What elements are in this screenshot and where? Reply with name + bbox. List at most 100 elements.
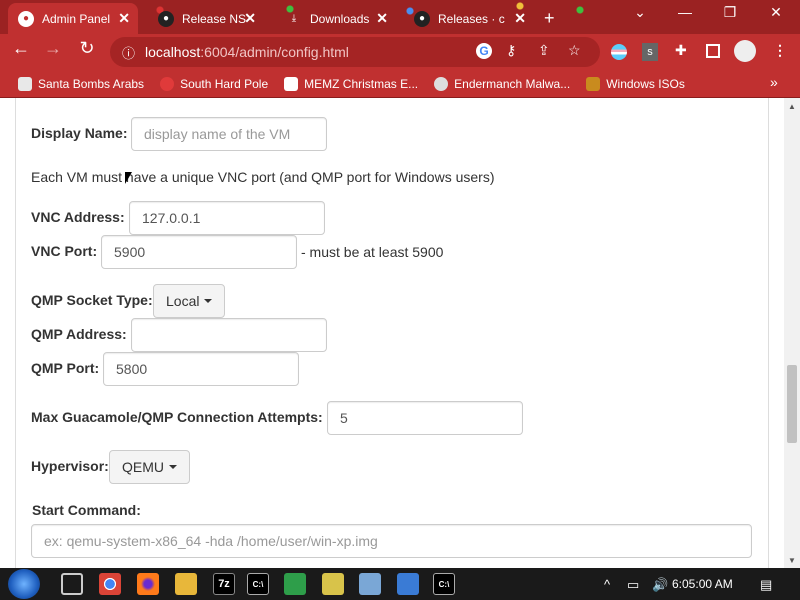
- bookmark-endermanch-malware[interactable]: Endermanch Malwa...: [434, 76, 571, 91]
- qmp-address-label: QMP Address:: [31, 326, 127, 342]
- browser-toolbar: ← → ↻ ⓘ localhost:6004/admin/config.html…: [0, 34, 800, 70]
- close-tab-icon[interactable]: ✕: [514, 10, 526, 27]
- qmp-socket-type-label: QMP Socket Type:: [31, 292, 153, 308]
- bookmark-icon: [586, 76, 601, 91]
- max-attempts-label: Max Guacamole/QMP Connection Attempts:: [31, 409, 323, 425]
- vnc-address-label: VNC Address:: [31, 209, 125, 225]
- bookmark-label: South Hard Pole: [180, 76, 269, 91]
- forward-button[interactable]: →: [38, 38, 68, 59]
- bookmark-memz-christmas[interactable]: MEMZ Christmas E...: [284, 76, 419, 91]
- share-icon[interactable]: ⇪: [538, 42, 550, 59]
- network-icon[interactable]: [359, 573, 381, 595]
- cmd-icon[interactable]: C:\: [247, 573, 269, 595]
- hypervisor-dropdown[interactable]: QEMU: [109, 450, 190, 484]
- task-view-icon[interactable]: [61, 573, 83, 595]
- bookmark-santa-bombs-arabs[interactable]: Santa Bombs Arabs: [18, 76, 145, 91]
- mouse-cursor-icon: [125, 172, 132, 184]
- url-path: :6004/admin/config.html: [200, 44, 349, 60]
- address-bar[interactable]: ⓘ localhost:6004/admin/config.html G ⚷ ⇪…: [110, 37, 600, 67]
- github-icon: ●: [158, 10, 174, 27]
- tab-title: Admin Panel: [42, 11, 111, 26]
- info-icon[interactable]: ⓘ: [122, 43, 135, 62]
- scroll-up-icon[interactable]: ▲: [788, 102, 796, 111]
- key-icon[interactable]: ⚷: [506, 42, 516, 59]
- bookmark-label: Endermanch Malwa...: [454, 76, 571, 91]
- chrome-taskbar-icon[interactable]: [99, 573, 121, 595]
- chrome-icon: ●: [18, 10, 34, 27]
- start-command-label: Start Command:: [32, 502, 141, 518]
- reload-button[interactable]: ↻: [72, 38, 102, 59]
- extension-s-icon[interactable]: s: [642, 43, 658, 61]
- hypervisor-label: Hypervisor:: [31, 458, 109, 474]
- extension-flag-icon[interactable]: [611, 44, 627, 60]
- bookmark-icon: [18, 76, 32, 91]
- file-explorer-icon[interactable]: [175, 573, 197, 595]
- tab-title: Releases · c: [438, 11, 505, 26]
- start-button[interactable]: [8, 569, 40, 599]
- scroll-down-icon[interactable]: ▼: [788, 556, 796, 565]
- bookmark-label: MEMZ Christmas E...: [304, 76, 419, 91]
- url-host: localhost: [145, 44, 201, 60]
- close-tab-icon[interactable]: ✕: [244, 10, 256, 27]
- plus-icon: +: [544, 8, 555, 28]
- dropdown-value: QEMU: [122, 459, 164, 475]
- page-content: Display Name: display name of the VM Eac…: [0, 98, 784, 568]
- vnc-note: Each VM must have a unique VNC port (and…: [31, 169, 495, 185]
- new-tab-button[interactable]: +: [540, 3, 564, 34]
- tab-admin-panel[interactable]: ● Admin Panel ✕: [8, 3, 138, 34]
- tab-strip: ● Admin Panel ✕ ● Release NS ✕ ⤓ Downloa…: [0, 0, 800, 34]
- google-icon[interactable]: G: [476, 43, 492, 59]
- back-button[interactable]: ←: [6, 38, 36, 59]
- bookmark-label: Windows ISOs: [606, 76, 685, 91]
- bookmark-label: Santa Bombs Arabs: [38, 76, 145, 91]
- paint-icon[interactable]: [322, 573, 344, 595]
- bookmarks-bar: Santa Bombs Arabs South Hard Pole MEMZ C…: [0, 70, 800, 98]
- qmp-address-input[interactable]: [131, 318, 327, 352]
- restore-button[interactable]: ❐: [710, 4, 750, 21]
- taskbar-clock[interactable]: 6:05:00 AM: [672, 577, 733, 591]
- bookmark-windows-isos[interactable]: Windows ISOs: [586, 76, 685, 91]
- qmp-socket-type-dropdown[interactable]: Local: [153, 284, 226, 318]
- profile-avatar[interactable]: [734, 40, 756, 62]
- window-app-icon[interactable]: [397, 573, 419, 595]
- bookmark-icon: [160, 76, 175, 91]
- page-scrollbar[interactable]: ▲ ▼: [784, 98, 800, 568]
- side-panel-icon[interactable]: [706, 44, 720, 58]
- tab-downloads[interactable]: ⤓ Downloads ✕: [276, 3, 396, 34]
- bookmark-icon: [434, 76, 449, 91]
- close-tab-icon[interactable]: ✕: [118, 10, 130, 27]
- vnc-address-input[interactable]: 127.0.0.1: [129, 201, 325, 235]
- tab-release-ns[interactable]: ● Release NS ✕: [148, 3, 264, 34]
- bookmark-star-icon[interactable]: ☆: [568, 42, 581, 59]
- tab-releases[interactable]: ● Releases · c ✕: [404, 3, 534, 34]
- more-bookmarks-button[interactable]: »: [770, 74, 778, 90]
- qmp-port-input[interactable]: 5800: [103, 352, 299, 386]
- github-icon: ●: [414, 10, 430, 27]
- seven-zip-icon[interactable]: 7z: [213, 573, 235, 595]
- vnc-port-input[interactable]: 5900: [101, 235, 297, 269]
- bookmark-south-hard-pole[interactable]: South Hard Pole: [160, 76, 269, 91]
- start-command-input[interactable]: ex: qemu-system-x86_64 -hda /home/user/w…: [31, 524, 752, 558]
- close-tab-icon[interactable]: ✕: [376, 10, 388, 27]
- extensions-puzzle-icon[interactable]: ✚: [675, 42, 687, 59]
- vnc-port-hint: - must be at least 5900: [301, 244, 444, 260]
- tab-title: Downloads: [310, 11, 370, 26]
- minimize-button[interactable]: —: [665, 4, 705, 20]
- network-tray-icon[interactable]: ▭: [627, 577, 639, 593]
- display-name-input[interactable]: display name of the VM: [131, 117, 327, 151]
- notification-icon[interactable]: ▤: [760, 577, 772, 593]
- scrollbar-thumb[interactable]: [787, 365, 797, 443]
- max-attempts-input[interactable]: 5: [327, 401, 523, 435]
- qmp-port-label: QMP Port:: [31, 360, 100, 376]
- close-window-button[interactable]: ✕: [756, 4, 796, 21]
- notepad-icon[interactable]: [284, 573, 306, 595]
- firefox-taskbar-icon[interactable]: [137, 573, 159, 595]
- volume-icon[interactable]: 🔊: [652, 577, 668, 593]
- terminal-icon[interactable]: C:\: [433, 573, 455, 595]
- tray-overflow-icon[interactable]: ^: [604, 577, 610, 592]
- menu-kebab-icon[interactable]: ⋮: [773, 42, 787, 59]
- tab-search-button[interactable]: ⌄: [620, 4, 660, 21]
- caret-down-icon: [204, 299, 213, 303]
- caret-down-icon: [169, 465, 177, 469]
- bookmark-icon: [284, 76, 299, 91]
